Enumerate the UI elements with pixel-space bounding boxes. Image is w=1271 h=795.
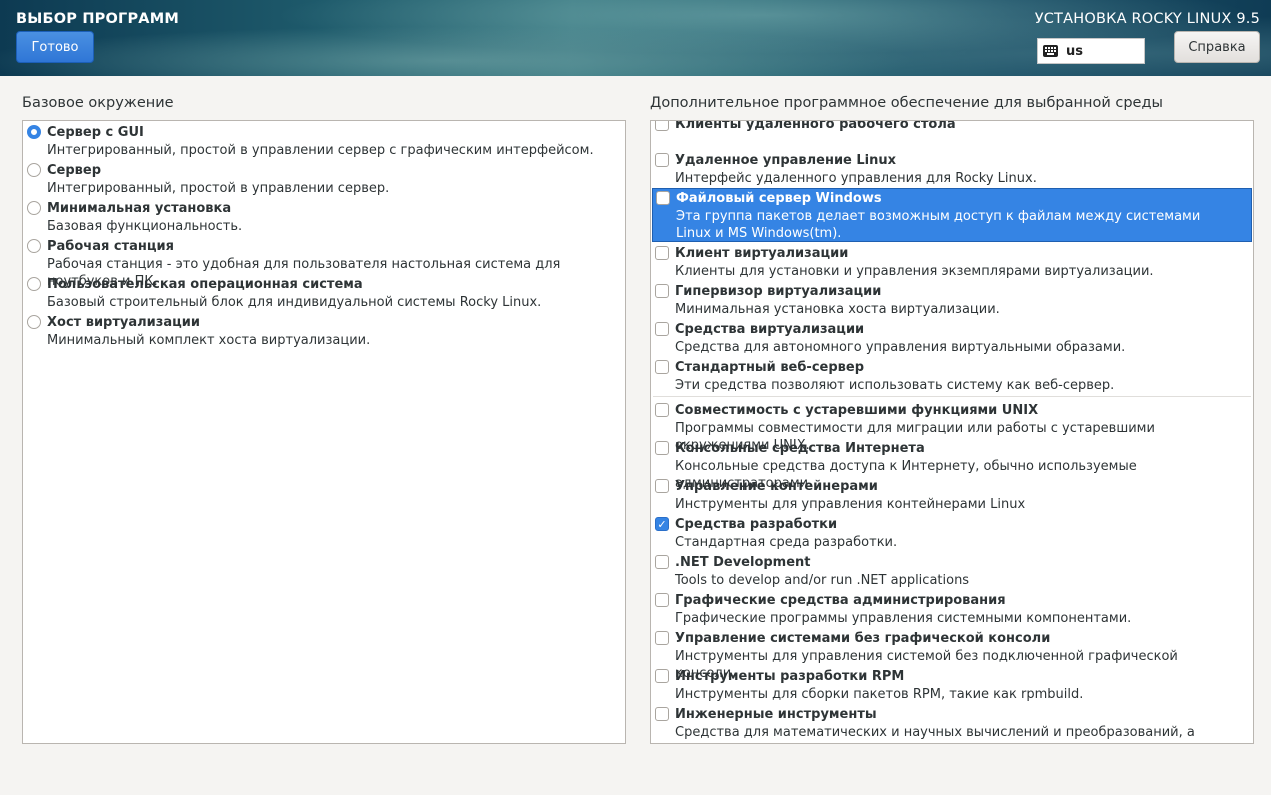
addon-option-desc: Эта группа пакетов делает возможным дост…	[676, 209, 1201, 241]
addon-option[interactable]: Гипервизор виртуализации Минимальная уст…	[651, 284, 1253, 320]
addon-option[interactable]: Удаленное управление Linux Интерфейс уда…	[651, 153, 1253, 189]
checkbox[interactable]	[655, 479, 669, 493]
checkbox[interactable]	[655, 246, 669, 260]
addon-option-desc: Минимальная установка хоста виртуализаци…	[675, 302, 1000, 317]
keyboard-layout-indicator[interactable]: us	[1037, 38, 1145, 64]
radio-button[interactable]	[27, 315, 41, 329]
checkbox[interactable]	[655, 322, 669, 336]
radio-button[interactable]	[27, 277, 41, 291]
help-button[interactable]: Справка	[1174, 31, 1260, 63]
checkbox[interactable]	[655, 631, 669, 645]
addon-option[interactable]: Стандартный веб-сервер Эти средства позв…	[651, 360, 1253, 396]
env-option[interactable]: Минимальная установка Базовая функционал…	[23, 201, 625, 237]
env-option-desc: Базовый строительный блок для индивидуал…	[47, 295, 542, 310]
addon-option-desc: Средства для автономного управления вирт…	[675, 340, 1126, 355]
checkbox-checked[interactable]: ✓	[655, 517, 669, 531]
addon-option-title: Средства виртуализации	[675, 322, 865, 337]
done-button[interactable]: Готово	[16, 31, 94, 63]
addon-option[interactable]: Инструменты разработки RPM Инструменты д…	[651, 669, 1253, 705]
addon-option-desc: Стандартная среда разработки.	[675, 535, 898, 550]
addon-option[interactable]: Консольные средства Интернета Консольные…	[651, 441, 1253, 491]
env-option[interactable]: Хост виртуализации Минимальный комплект …	[23, 315, 625, 351]
addon-option[interactable]: Управление системами без графической кон…	[651, 631, 1253, 681]
addon-option-title: Управление системами без графической кон…	[675, 631, 1051, 646]
checkbox[interactable]	[655, 153, 669, 167]
addon-option[interactable]: Средства виртуализации Средства для авто…	[651, 322, 1253, 358]
addon-option-title: Стандартный веб-сервер	[675, 360, 865, 375]
radio-button[interactable]	[27, 163, 41, 177]
addon-option-title: Совместимость с устаревшими функциями UN…	[675, 403, 1039, 418]
addon-option[interactable]: ✓ Средства разработки Стандартная среда …	[651, 517, 1253, 553]
addon-option-title: Управление контейнерами	[675, 479, 878, 494]
checkbox[interactable]	[655, 360, 669, 374]
addon-option[interactable]: Управление контейнерами Инструменты для …	[651, 479, 1253, 515]
checkbox[interactable]	[655, 121, 669, 131]
env-option-desc: Интегрированный, простой в управлении се…	[47, 181, 390, 196]
addon-option-desc: Средства для математических и научных вы…	[675, 725, 1195, 743]
addons-list: Клиенты удаленного рабочего стола Удален…	[650, 120, 1254, 744]
checkbox[interactable]	[655, 593, 669, 607]
checkbox[interactable]	[655, 284, 669, 298]
addons-label: Дополнительное программное обеспечение д…	[650, 95, 1163, 111]
addon-option-desc: Инструменты для управления контейнерами …	[675, 497, 1026, 512]
addon-option-title: Средства разработки	[675, 517, 838, 532]
env-option-title: Хост виртуализации	[47, 315, 200, 330]
env-option-desc: Базовая функциональность.	[47, 219, 243, 234]
env-option-title: Рабочая станция	[47, 239, 174, 254]
addon-option-title: Клиенты удаленного рабочего стола	[675, 120, 956, 132]
checkbox[interactable]	[655, 555, 669, 569]
checkbox[interactable]	[655, 441, 669, 455]
header-banner: ВЫБОР ПРОГРАММ Готово УСТАНОВКА ROCKY LI…	[0, 0, 1271, 76]
addon-option-desc: Клиенты для установки и управления экзем…	[675, 264, 1154, 279]
install-title: УСТАНОВКА ROCKY LINUX 9.5	[1034, 11, 1260, 27]
env-option-title: Сервер с GUI	[47, 125, 144, 140]
addon-option[interactable]: Совместимость с устаревшими функциями UN…	[651, 403, 1253, 453]
env-option[interactable]: Сервер Интегрированный, простой в управл…	[23, 163, 625, 199]
addon-option-title: Инженерные инструменты	[675, 707, 877, 722]
keyboard-icon	[1043, 45, 1058, 57]
addon-option-desc: Интерфейс удаленного управления для Rock…	[675, 171, 1037, 186]
addon-option-title: Гипервизор виртуализации	[675, 284, 882, 299]
addon-option-title: Графические средства администрирования	[675, 593, 1006, 608]
checkbox[interactable]	[655, 707, 669, 721]
env-option[interactable]: Пользовательская операционная система Ба…	[23, 277, 625, 313]
addon-option[interactable]: Графические средства администрирования Г…	[651, 593, 1253, 629]
keyboard-layout-label: us	[1066, 43, 1083, 59]
addon-option-title: Файловый сервер Windows	[676, 191, 882, 206]
addon-option[interactable]: Инженерные инструменты Средства для мате…	[651, 707, 1253, 743]
env-option-title: Минимальная установка	[47, 201, 232, 216]
env-option[interactable]: Рабочая станция Рабочая станция - это уд…	[23, 239, 625, 289]
radio-button[interactable]	[27, 201, 41, 215]
group-divider	[653, 396, 1251, 397]
addon-option[interactable]: Клиенты удаленного рабочего стола	[651, 120, 1253, 137]
env-option-desc: Интегрированный, простой в управлении се…	[47, 143, 594, 158]
radio-button[interactable]	[27, 239, 41, 253]
checkbox[interactable]	[655, 403, 669, 417]
addon-option[interactable]: Клиент виртуализации Клиенты для установ…	[651, 246, 1253, 282]
env-option[interactable]: Сервер с GUI Интегрированный, простой в …	[23, 125, 625, 161]
env-option-desc: Минимальный комплект хоста виртуализации…	[47, 333, 371, 348]
addon-option-title: Клиент виртуализации	[675, 246, 849, 261]
base-environment-label: Базовое окружение	[22, 95, 174, 111]
addon-option-desc: Графические программы управления системн…	[675, 611, 1132, 626]
page-title: ВЫБОР ПРОГРАММ	[16, 11, 179, 27]
radio-button[interactable]	[27, 125, 41, 139]
addon-option-title: Удаленное управление Linux	[675, 153, 897, 168]
addon-option-desc: Инструменты для сборки пакетов RPM, таки…	[675, 687, 1084, 702]
addon-option-selected[interactable]: Файловый сервер Windows Эта группа пакет…	[652, 188, 1252, 242]
env-option-title: Пользовательская операционная система	[47, 277, 363, 292]
addon-option-title: .NET Development	[675, 555, 811, 570]
base-environment-list: Сервер с GUI Интегрированный, простой в …	[22, 120, 626, 744]
checkbox[interactable]	[655, 669, 669, 683]
addon-option-title: Консольные средства Интернета	[675, 441, 925, 456]
env-option-title: Сервер	[47, 163, 102, 178]
addon-option-desc: Эти средства позволяют использовать сист…	[675, 378, 1115, 393]
addon-option-desc: Tools to develop and/or run .NET applica…	[675, 573, 970, 588]
addon-option-title: Инструменты разработки RPM	[675, 669, 905, 684]
checkbox[interactable]	[656, 191, 670, 205]
addon-option[interactable]: .NET Development Tools to develop and/or…	[651, 555, 1253, 591]
